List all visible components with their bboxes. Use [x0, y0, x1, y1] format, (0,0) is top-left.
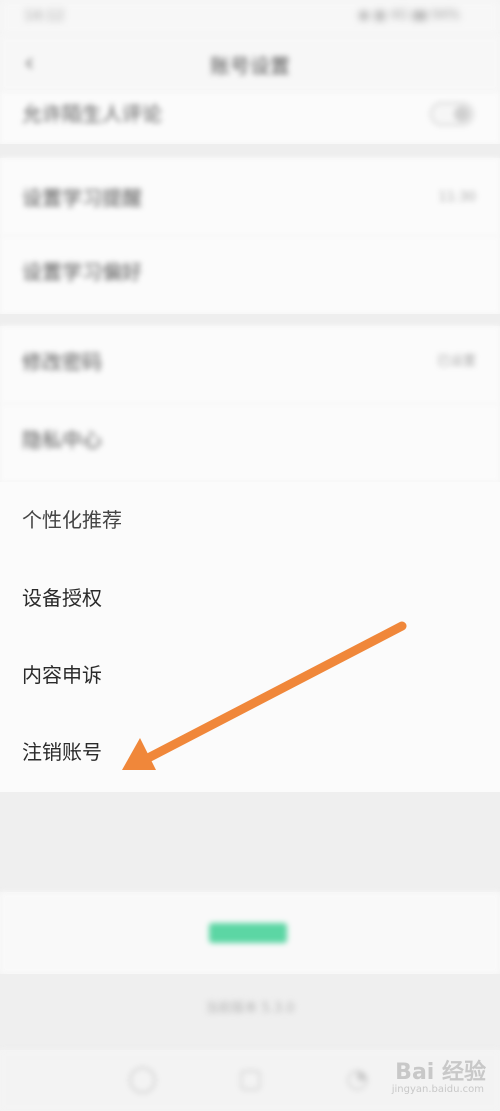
row-label: 个性化推荐: [22, 508, 122, 532]
list-item-device-authorization[interactable]: 设备授权: [0, 560, 500, 638]
section-divider: [0, 144, 500, 158]
row-label: 允许陌生人评论: [22, 102, 162, 126]
status-icons: ◉ ▦ 4G ▮▮ 94%: [358, 8, 460, 23]
list-item-study-preference[interactable]: 设置学习偏好: [0, 236, 500, 314]
row-label: 设置学习提醒: [22, 186, 142, 210]
status-time: 14:12: [24, 8, 65, 24]
home-icon[interactable]: ◯: [128, 1066, 157, 1092]
list-item-delete-account[interactable]: 注销账号: [0, 714, 500, 792]
course-icon[interactable]: ▢: [238, 1066, 263, 1092]
row-label: 设置学习偏好: [22, 260, 142, 284]
list-item-content-appeal[interactable]: 内容申诉: [0, 638, 500, 714]
version-text: 当前版本 5.3.0: [205, 1001, 295, 1016]
section-divider: [0, 314, 500, 326]
row-label: 内容申诉: [22, 663, 102, 687]
profile-icon[interactable]: ◔: [346, 1066, 369, 1092]
status-bar: 14:12 ◉ ▦ 4G ▮▮ 94%: [0, 0, 500, 36]
nav-bar: ‹ 账号设置: [0, 36, 500, 92]
list-item-study-reminder[interactable]: 设置学习提醒 11:30: [0, 158, 500, 236]
row-label: 设备授权: [22, 586, 102, 610]
page-title: 账号设置: [210, 54, 290, 78]
list-item-change-password[interactable]: 修改密码 已设置: [0, 326, 500, 404]
row-value: 11:30: [438, 190, 476, 205]
toggle-switch[interactable]: [430, 102, 474, 126]
baidu-watermark: Bai 经验: [395, 1060, 486, 1085]
row-value: 已设置: [436, 354, 476, 369]
watermark-url: jingyan.baidu.com: [391, 1084, 484, 1095]
row-label: 隐私中心: [22, 428, 102, 452]
version-area: 当前版本 5.3.0: [0, 974, 500, 1050]
list-item-personalized-recommendation[interactable]: 个性化推荐: [0, 482, 500, 560]
list-item-stranger-comment[interactable]: 允许陌生人评论: [0, 92, 500, 144]
logout-area: [0, 892, 500, 974]
row-label: 注销账号: [22, 740, 102, 764]
logout-button[interactable]: [209, 923, 287, 943]
section-divider: [0, 792, 500, 892]
row-label: 修改密码: [22, 350, 102, 374]
list-item-privacy-center[interactable]: 隐私中心: [0, 404, 500, 482]
